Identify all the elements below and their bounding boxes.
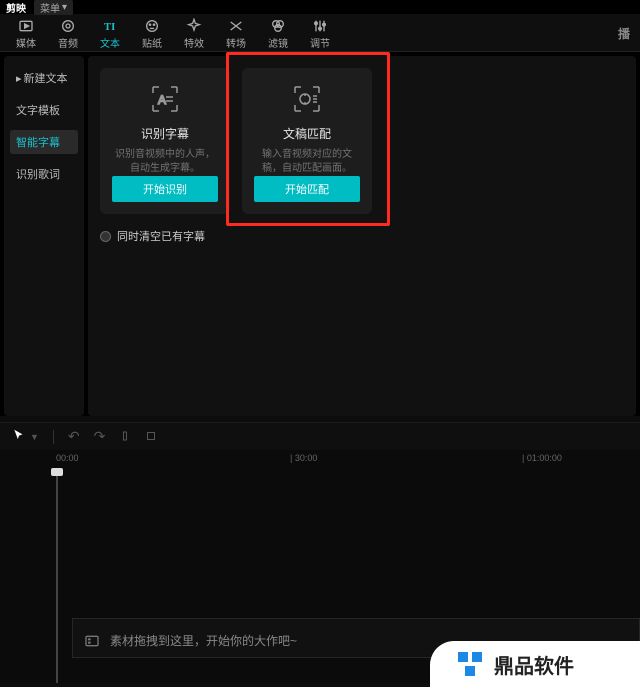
tab-label: 特效 (184, 35, 204, 50)
tab-label: 媒体 (16, 35, 36, 50)
clear-subtitles-option[interactable]: 同时清空已有字幕 (100, 228, 624, 244)
undo-icon[interactable]: ↶ (68, 428, 80, 445)
sidebar-item-label: 新建文本 (24, 70, 68, 86)
tab-label: 滤镜 (268, 35, 288, 50)
content-pane: A 识别字幕 识别音视频中的人声，自动生成字幕。 开始识别 (88, 56, 636, 416)
sidebar-item-new-text[interactable]: ▸ 新建文本 (10, 66, 78, 90)
tab-effects[interactable]: 特效 (178, 18, 210, 50)
split-icon[interactable] (119, 429, 131, 445)
arrow-right-icon: ▸ (16, 72, 22, 85)
media-icon (18, 18, 34, 34)
sidebar: ▸ 新建文本 文字模板 智能字幕 识别歌词 (4, 56, 84, 416)
tab-label: 文本 (100, 35, 120, 50)
sidebar-item-recognize-lyrics[interactable]: 识别歌词 (10, 162, 78, 186)
ruler-mark: | 01:00:00 (522, 453, 562, 463)
watermark-text: 鼎品软件 (494, 650, 574, 679)
transition-icon (228, 18, 244, 34)
selection-tool-icon[interactable] (12, 428, 26, 445)
svg-text:A: A (158, 93, 166, 107)
redo-icon[interactable]: ↷ (94, 428, 106, 445)
card-recognize-subtitle: A 识别字幕 识别音视频中的人声，自动生成字幕。 开始识别 (100, 68, 230, 214)
separator (53, 430, 54, 444)
tab-media[interactable]: 媒体 (10, 18, 42, 50)
card-script-match: 文稿匹配 输入音视频对应的文稿，自动匹配画面。 开始匹配 (242, 68, 372, 214)
tab-label: 贴纸 (142, 35, 162, 50)
start-match-button[interactable]: 开始匹配 (254, 176, 360, 202)
tab-adjust[interactable]: 调节 (304, 18, 336, 50)
checkbox-icon[interactable] (100, 231, 111, 242)
sidebar-item-label: 文字模板 (16, 102, 60, 118)
effects-icon (186, 18, 202, 34)
watermark: 鼎品软件 (430, 641, 640, 687)
script-match-icon (289, 82, 325, 115)
filter-icon (270, 18, 286, 34)
media-placeholder-icon (84, 633, 100, 649)
tab-audio[interactable]: 音频 (52, 18, 84, 50)
watermark-logo-icon (454, 648, 486, 680)
chevron-down-icon: ▾ (62, 2, 67, 13)
tab-label: 转场 (226, 35, 246, 50)
timeline-toolbar: ▼ ↶ ↷ (0, 422, 640, 450)
sidebar-item-smart-subtitle[interactable]: 智能字幕 (10, 130, 78, 154)
card-desc: 输入音视频对应的文稿，自动匹配画面。 (254, 148, 360, 176)
subtitle-icon: A (147, 82, 183, 115)
card-row: A 识别字幕 识别音视频中的人声，自动生成字幕。 开始识别 (100, 68, 624, 214)
card-title: 识别字幕 (141, 125, 189, 142)
audio-icon (60, 18, 76, 34)
chevron-down-icon[interactable]: ▼ (30, 432, 39, 442)
adjust-icon (312, 18, 328, 34)
menu-label: 菜单 (40, 0, 60, 15)
ruler-mark: 00:00 (56, 453, 79, 463)
checkbox-label: 同时清空已有字幕 (117, 228, 205, 244)
category-toolbar: 媒体 音频 TI 文本 贴纸 特效 转场 滤镜 调节 播 (0, 14, 640, 52)
titlebar: 剪映 菜单 ▾ (0, 0, 640, 14)
tab-text[interactable]: TI 文本 (94, 18, 126, 50)
tab-label: 音频 (58, 35, 78, 50)
sidebar-item-label: 智能字幕 (16, 134, 60, 150)
card-desc: 识别音视频中的人声，自动生成字幕。 (112, 148, 218, 176)
right-panel-label: 播 (618, 25, 630, 42)
text-icon: TI (102, 18, 118, 34)
sticker-icon (144, 18, 160, 34)
timeline-ruler[interactable]: 00:00 | 30:00 | 01:00:00 (0, 450, 640, 470)
app-logo-text: 剪映 (6, 0, 26, 15)
sidebar-item-label: 识别歌词 (16, 166, 60, 182)
tab-transition[interactable]: 转场 (220, 18, 252, 50)
ruler-mark: | 30:00 (290, 453, 317, 463)
svg-text:TI: TI (104, 22, 115, 33)
drop-hint: 素材拖拽到这里，开始你的大作吧~ (72, 620, 309, 661)
start-recognize-button[interactable]: 开始识别 (112, 176, 218, 202)
playhead[interactable] (56, 470, 58, 683)
sidebar-item-text-template[interactable]: 文字模板 (10, 98, 78, 122)
menu-button[interactable]: 菜单 ▾ (34, 0, 73, 15)
tab-label: 调节 (310, 35, 330, 50)
drop-hint-text: 素材拖拽到这里，开始你的大作吧~ (110, 632, 297, 649)
crop-icon[interactable] (145, 429, 157, 445)
main-area: ▸ 新建文本 文字模板 智能字幕 识别歌词 A (0, 52, 640, 416)
tab-sticker[interactable]: 贴纸 (136, 18, 168, 50)
card-title: 文稿匹配 (283, 125, 331, 142)
tab-filter[interactable]: 滤镜 (262, 18, 294, 50)
